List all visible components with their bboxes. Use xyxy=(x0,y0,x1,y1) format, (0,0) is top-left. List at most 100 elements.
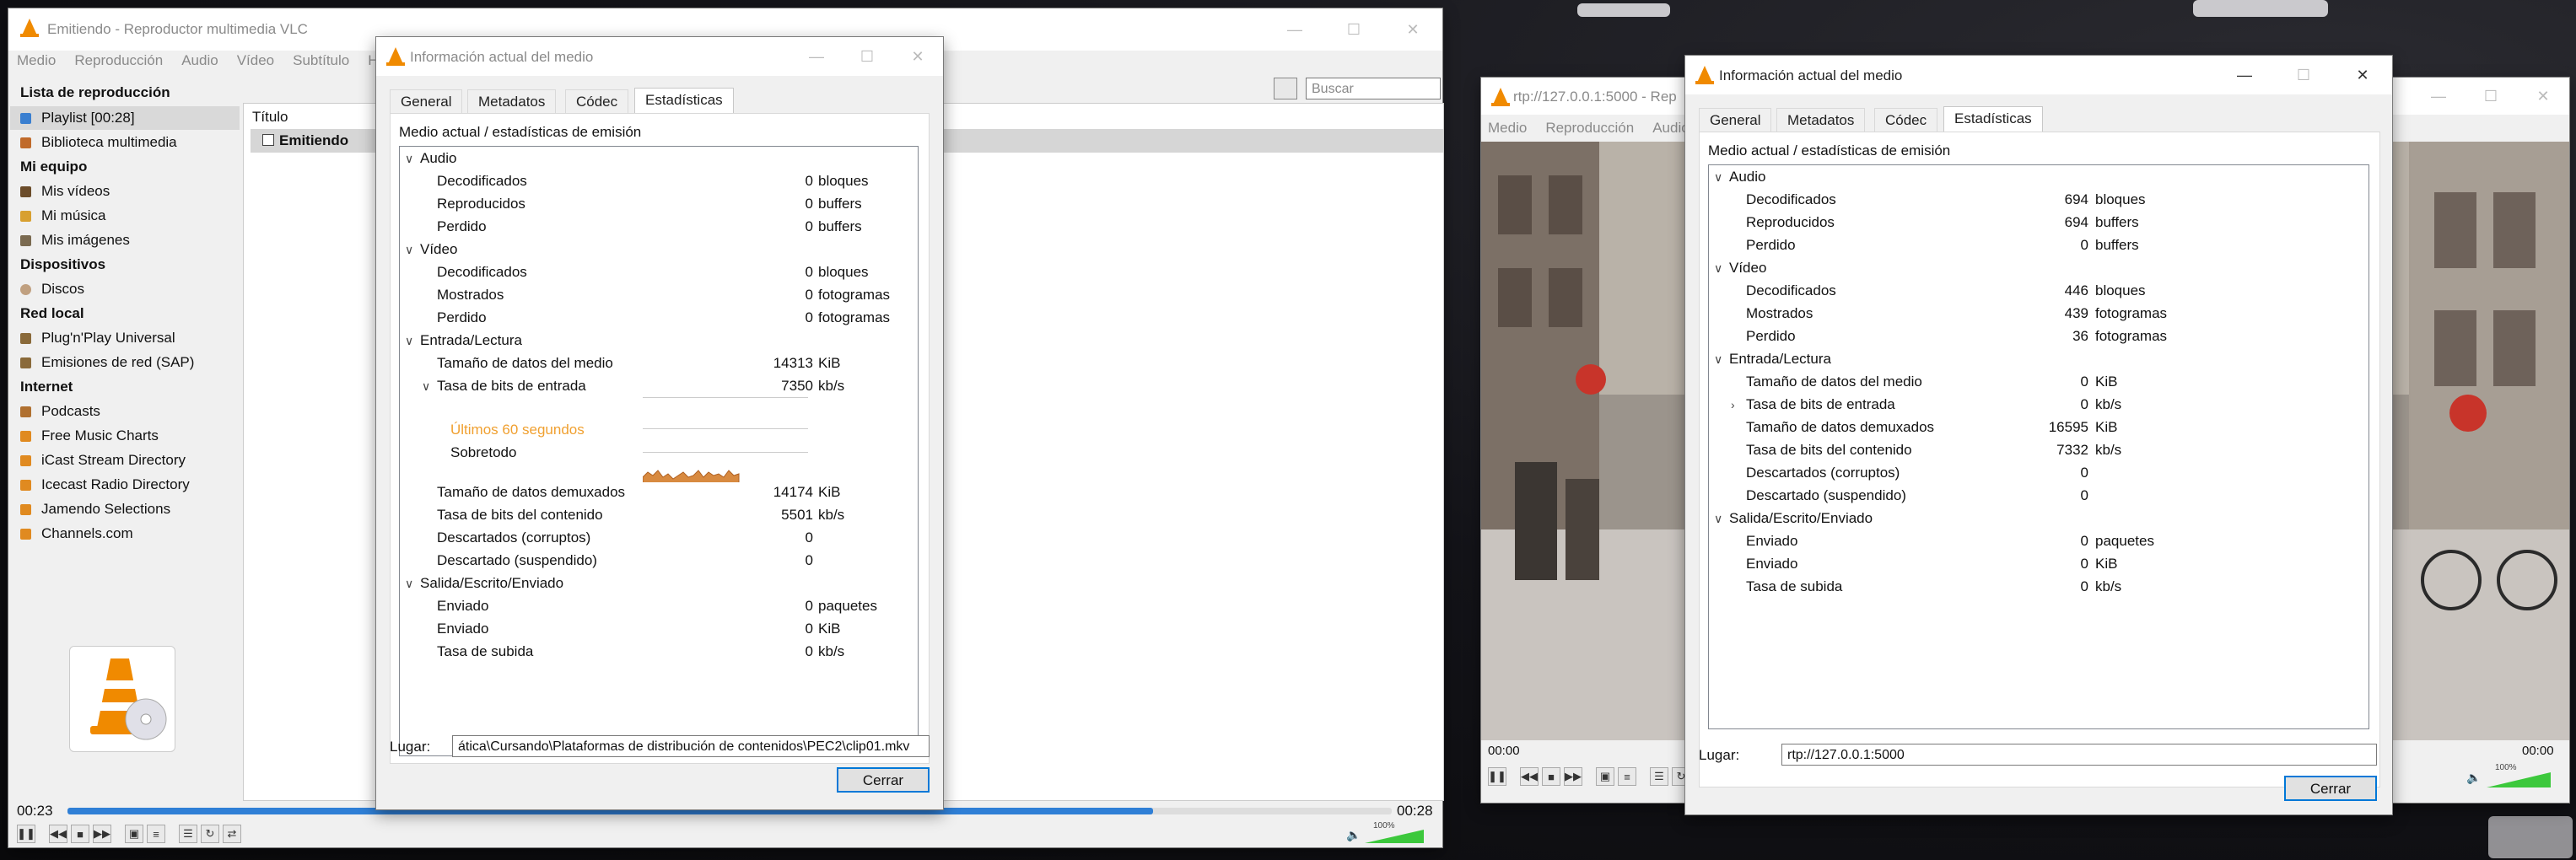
location-field[interactable]: rtp://127.0.0.1:5000 xyxy=(1781,744,2377,766)
sidebar-item-jamendo[interactable]: Jamendo Selections xyxy=(20,497,170,521)
location-field[interactable]: ática\Cursando\Plataformas de distribuci… xyxy=(452,735,930,757)
playlist-icon[interactable]: ☰ xyxy=(1650,767,1668,786)
volume-slider[interactable]: 100% xyxy=(2487,763,2554,787)
label-input-bitrate[interactable]: Tasa de bits de entrada xyxy=(437,374,586,397)
menu-medio[interactable]: Medio xyxy=(1488,120,1527,137)
previous-icon[interactable]: ◀◀ xyxy=(49,825,67,843)
menu-reproduccion[interactable]: Reproducción xyxy=(1545,120,1634,137)
chevron-down-icon[interactable]: ∨ xyxy=(405,577,413,591)
tab-statistics[interactable]: Estadísticas xyxy=(634,88,734,114)
tab-statistics[interactable]: Estadísticas xyxy=(1943,106,2043,132)
playlist-view-icon[interactable] xyxy=(1274,78,1297,99)
minimize-icon[interactable]: — xyxy=(2215,56,2274,94)
title-bar[interactable]: Información actual del medio — ☐ ✕ xyxy=(1685,56,2392,94)
maximize-icon[interactable]: ☐ xyxy=(2465,78,2517,115)
sidebar-item-my-videos[interactable]: Mis vídeos xyxy=(20,180,110,203)
stop-icon[interactable]: ■ xyxy=(71,825,89,843)
loop-icon[interactable]: ↻ xyxy=(201,825,219,843)
unit-media-size: KiB xyxy=(818,355,841,371)
dialog-title: Información actual del medio xyxy=(410,49,594,65)
fullscreen-icon[interactable]: ▣ xyxy=(1596,767,1614,786)
sidebar-item-discs[interactable]: Discos xyxy=(20,277,84,301)
extended-settings-icon[interactable]: ≡ xyxy=(1618,767,1636,786)
menu-medio[interactable]: Medio xyxy=(17,52,56,69)
chevron-right-icon[interactable]: › xyxy=(1731,398,1735,411)
pause-icon[interactable]: ❚❚ xyxy=(17,825,35,843)
volume-slider[interactable]: 100% xyxy=(1365,821,1432,843)
minimize-icon[interactable]: — xyxy=(2412,78,2465,115)
previous-icon[interactable]: ◀◀ xyxy=(1520,767,1539,786)
sidebar-item-playlist[interactable]: Playlist [00:28] xyxy=(20,106,135,130)
group-audio[interactable]: Audio xyxy=(420,147,456,169)
group-video[interactable]: Vídeo xyxy=(1729,256,1766,279)
sidebar-header-devices: Dispositivos xyxy=(20,256,106,272)
next-icon[interactable]: ▶▶ xyxy=(93,825,111,843)
next-icon[interactable]: ▶▶ xyxy=(1564,767,1582,786)
value-video-displayed: 0 xyxy=(805,287,813,303)
tab-codec[interactable]: Códec xyxy=(565,89,629,114)
chevron-down-icon[interactable]: ∨ xyxy=(1714,352,1722,367)
group-audio[interactable]: Audio xyxy=(1729,165,1765,188)
sidebar-item-free-music[interactable]: Free Music Charts xyxy=(20,424,159,448)
label-input-bitrate[interactable]: Tasa de bits de entrada xyxy=(1746,393,1895,416)
sidebar-item-my-music[interactable]: Mi música xyxy=(20,204,106,228)
group-output[interactable]: Salida/Escrito/Enviado xyxy=(420,572,563,594)
tab-metadata[interactable]: Metadatos xyxy=(1776,108,1866,132)
shuffle-icon[interactable]: ⇄ xyxy=(223,825,241,843)
menu-audio[interactable]: Audio xyxy=(1652,120,1689,137)
speaker-icon[interactable]: 🔈 xyxy=(1346,828,1361,842)
sidebar-item-library[interactable]: Biblioteca multimedia xyxy=(20,131,177,154)
group-input[interactable]: Entrada/Lectura xyxy=(420,329,522,352)
speaker-icon[interactable]: 🔈 xyxy=(2466,771,2481,785)
sidebar-item-podcasts[interactable]: Podcasts xyxy=(20,400,100,423)
tab-general[interactable]: General xyxy=(390,89,463,114)
chevron-down-icon[interactable]: ∨ xyxy=(405,334,413,348)
tab-codec[interactable]: Códec xyxy=(1874,108,1938,132)
minimize-icon[interactable]: — xyxy=(1265,8,1324,51)
stop-icon[interactable]: ■ xyxy=(1542,767,1560,786)
maximize-icon[interactable]: ☐ xyxy=(1324,8,1383,51)
group-video[interactable]: Vídeo xyxy=(420,238,457,261)
maximize-icon[interactable]: ☐ xyxy=(842,37,892,76)
sidebar-item-upnp[interactable]: Plug'n'Play Universal xyxy=(20,326,175,350)
menu-reproduccion[interactable]: Reproducción xyxy=(74,52,163,69)
search-input[interactable]: Buscar xyxy=(1306,78,1441,99)
chevron-down-icon[interactable]: ∨ xyxy=(1714,512,1722,526)
sidebar-item-label: Mis imágenes xyxy=(41,232,130,248)
sidebar-item-channels[interactable]: Channels.com xyxy=(20,522,133,546)
menu-audio[interactable]: Audio xyxy=(181,52,218,69)
menu-subtitulo[interactable]: Subtítulo xyxy=(293,52,349,69)
group-output[interactable]: Salida/Escrito/Enviado xyxy=(1729,507,1873,529)
sidebar-item-icecast[interactable]: Icecast Radio Directory xyxy=(20,473,190,497)
column-header-title[interactable]: Título xyxy=(252,109,288,126)
tab-metadata[interactable]: Metadatos xyxy=(467,89,557,114)
maximize-icon[interactable]: ☐ xyxy=(2274,56,2333,94)
value-audio-decoded: 0 xyxy=(805,173,813,189)
playlist-icon[interactable]: ☰ xyxy=(179,825,197,843)
group-input[interactable]: Entrada/Lectura xyxy=(1729,347,1831,370)
close-icon[interactable]: ✕ xyxy=(2333,56,2392,94)
fullscreen-icon[interactable]: ▣ xyxy=(125,825,143,843)
close-icon[interactable]: ✕ xyxy=(892,37,943,76)
minimize-icon[interactable]: — xyxy=(791,37,842,76)
extended-settings-icon[interactable]: ≡ xyxy=(147,825,165,843)
close-icon[interactable]: ✕ xyxy=(2517,78,2569,115)
close-button[interactable]: Cerrar xyxy=(2284,776,2377,801)
chevron-down-icon[interactable]: ∨ xyxy=(1714,261,1722,276)
title-bar[interactable]: Información actual del medio — ☐ ✕ xyxy=(376,37,943,76)
value-sent-packets: 0 xyxy=(2080,533,2088,549)
menu-video[interactable]: Vídeo xyxy=(237,52,274,69)
chevron-down-icon[interactable]: ∨ xyxy=(422,379,430,394)
chevron-down-icon[interactable]: ∨ xyxy=(405,152,413,166)
sidebar-item-icast[interactable]: iCast Stream Directory xyxy=(20,449,186,472)
chevron-down-icon[interactable]: ∨ xyxy=(1714,170,1722,185)
vlc-cone-icon xyxy=(1695,66,1714,84)
close-button[interactable]: Cerrar xyxy=(837,767,930,793)
sidebar-item-my-images[interactable]: Mis imágenes xyxy=(20,228,130,252)
tab-general[interactable]: General xyxy=(1699,108,1772,132)
chevron-down-icon[interactable]: ∨ xyxy=(405,243,413,257)
pause-icon[interactable]: ❚❚ xyxy=(1488,767,1506,786)
vlc-logo xyxy=(69,646,175,752)
close-icon[interactable]: ✕ xyxy=(1383,8,1442,51)
sidebar-item-sap[interactable]: Emisiones de red (SAP) xyxy=(20,351,194,374)
